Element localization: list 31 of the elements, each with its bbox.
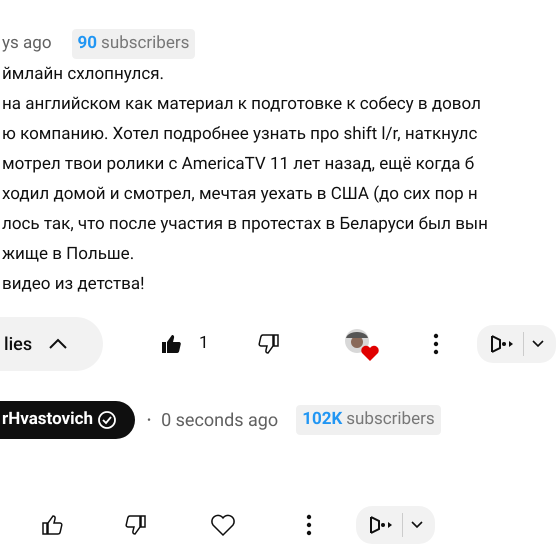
chevron-down-icon (532, 340, 544, 348)
reply-time: 0 seconds ago (161, 408, 278, 432)
thumbs-down-icon[interactable] (124, 513, 148, 537)
share-split-button[interactable] (356, 506, 435, 544)
megaphone-icon (488, 333, 515, 355)
separator-dot: • (147, 412, 152, 429)
comment-text-line: мотрел твои ролики с AmericaTV 11 лет назад, ещё когда б (2, 153, 476, 176)
thumbs-up-icon[interactable] (40, 513, 64, 537)
heart-icon[interactable] (210, 513, 236, 537)
megaphone-icon (368, 514, 394, 536)
more-options-icon[interactable] (306, 514, 312, 536)
subscriber-badge: 90 subscribers (72, 29, 196, 59)
thumbs-up-icon[interactable] (159, 332, 183, 356)
author-name-pill[interactable]: rHvastovich (0, 401, 135, 439)
chevron-down-icon (411, 521, 423, 529)
comment-text-line: лось так, что после участия в протестах в Беларуси был вын (2, 213, 489, 236)
comment-text-line: ймлайн схлопнулся. (2, 63, 166, 86)
share-split-button[interactable] (476, 325, 556, 363)
comment-text-line: ходил домой и смотрел, мечтая уехать в США (до сих пор н (2, 183, 479, 206)
comment-text-line: на английском как материал к подготовке к собесу в довол (2, 93, 482, 116)
thumbs-down-icon[interactable] (256, 332, 281, 356)
like-count: 1 (199, 332, 209, 356)
chevron-up-icon (48, 338, 68, 350)
comment-time: ys ago (2, 32, 52, 56)
author-name[interactable]: rHvastovich (2, 407, 94, 433)
comment-text-line: жище в Польше. (2, 243, 136, 266)
comment-text-line: видео из детства! (2, 273, 146, 296)
replies-button[interactable]: lies (0, 317, 103, 371)
more-options-icon[interactable] (432, 333, 439, 355)
subscriber-badge: 102K subscribers (296, 405, 441, 435)
comment-text-line: ю компанию. Хотел подробнее узнать про shift l/r, наткнулс (2, 123, 478, 146)
